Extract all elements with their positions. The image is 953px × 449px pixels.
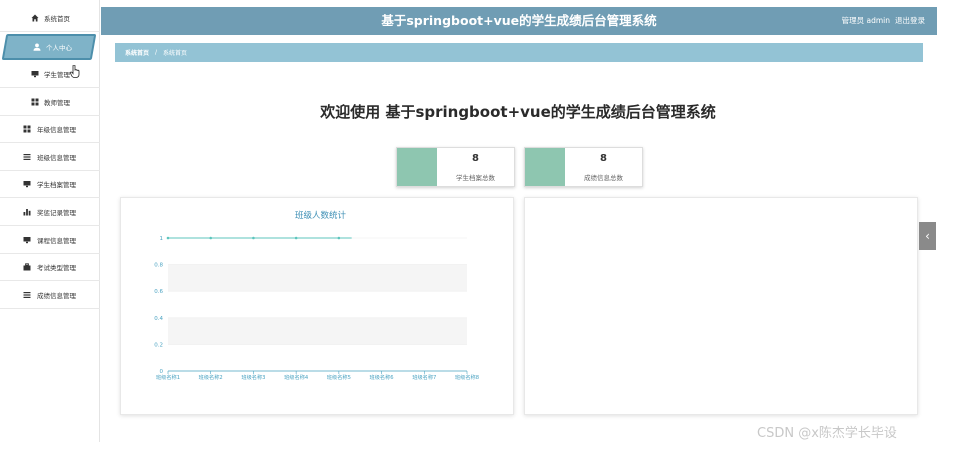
sidebar-item-label: 个人中心 <box>46 44 72 52</box>
data-point <box>294 236 298 240</box>
welcome-heading: 欢迎使用 基于springboot+vue的学生成绩后台管理系统 <box>320 103 716 121</box>
hand-cursor-icon <box>70 63 80 82</box>
stat-card-student-archives: 8 学生档案总数 <box>396 147 515 187</box>
sidebar-item-label: 班级信息管理 <box>37 154 76 162</box>
sidebar-item-classes[interactable]: 班级信息管理 <box>0 144 100 171</box>
data-point <box>252 236 255 240</box>
data-point <box>166 236 170 240</box>
sidebar-item-grades[interactable]: 年级信息管理 <box>0 116 100 143</box>
logout-link[interactable]: 退出登录 <box>895 16 925 25</box>
y-tick-label: 1 <box>160 236 164 242</box>
y-tick-label: 0.6 <box>154 289 163 295</box>
sidebar-item-label: 学生管理 <box>44 71 70 79</box>
sidebar-item-students[interactable]: 学生管理 <box>0 61 100 88</box>
sidebar-item-scores[interactable]: 成绩信息管理 <box>0 282 100 309</box>
monitor-icon <box>31 70 39 78</box>
list-icon <box>23 153 31 161</box>
stat-card-score-records: 8 成绩信息总数 <box>524 147 643 187</box>
x-tick-label: 班级名称2 <box>199 373 223 381</box>
stat-swatch <box>525 148 565 186</box>
briefcase-icon <box>23 263 31 271</box>
user-icon <box>33 43 41 51</box>
y-tick-label: 0.4 <box>154 316 163 322</box>
x-tick-label: 班级名称1 <box>156 373 180 381</box>
sidebar-item-label: 奖惩记录管理 <box>37 209 76 217</box>
user-area: 管理员 admin 退出登录 <box>837 7 925 35</box>
breadcrumb-item-home[interactable]: 系统首页 <box>125 48 149 57</box>
breadcrumb: 系统首页 / 系统首页 <box>115 43 923 62</box>
grid-icon <box>31 98 39 106</box>
sidebar: 系统首页 个人中心 学生管理 教师管理 年级信息管理 班级信息管理 学生档案管理… <box>0 0 100 442</box>
sidebar-item-label: 学生档案管理 <box>37 181 76 189</box>
stat-label: 学生档案总数 <box>456 174 495 182</box>
x-tick-label: 班级名称6 <box>370 373 394 381</box>
watermark: CSDN @x陈杰学长毕设 <box>757 426 897 441</box>
sidebar-item-label: 成绩信息管理 <box>37 292 76 300</box>
x-tick-label: 班级名称8 <box>455 373 479 381</box>
grid-band <box>168 264 467 292</box>
sidebar-item-profile[interactable]: 个人中心 <box>1 34 97 60</box>
sidebar-item-label: 课程信息管理 <box>37 237 76 245</box>
x-tick-label: 班级名称4 <box>284 373 309 381</box>
sidebar-item-label: 年级信息管理 <box>37 126 76 134</box>
data-point <box>209 236 213 240</box>
chevron-left-icon: ‹ <box>925 229 930 243</box>
x-tick-label: 班级名称3 <box>241 373 265 381</box>
stat-label: 成绩信息总数 <box>584 174 623 182</box>
monitor-icon <box>23 180 31 188</box>
grid-icon <box>23 125 31 133</box>
data-point <box>337 236 341 240</box>
grid-band <box>168 317 467 345</box>
sidebar-item-label: 考试类型管理 <box>37 264 76 272</box>
list-icon <box>23 291 31 299</box>
y-tick-label: 0.8 <box>154 263 163 269</box>
home-icon <box>31 14 39 22</box>
class-count-chart-panel: 班级人数统计 0 0.2 0.4 0.6 0.8 1 班级名称1 班级名称2 班级名称3 班级名称4… <box>120 197 514 415</box>
app-title: 基于springboot+vue的学生成绩后台管理系统 <box>381 13 657 28</box>
breadcrumb-separator: / <box>155 49 158 56</box>
sidebar-item-courses[interactable]: 课程信息管理 <box>0 227 100 254</box>
sidebar-item-student-archives[interactable]: 学生档案管理 <box>0 171 100 198</box>
sidebar-item-rewards[interactable]: 奖惩记录管理 <box>0 199 100 226</box>
top-header: 基于springboot+vue的学生成绩后台管理系统 管理员 admin 退出登… <box>101 7 937 35</box>
sidebar-item-label: 教师管理 <box>44 99 70 107</box>
sidebar-item-label: 系统首页 <box>44 15 70 23</box>
bar-chart-icon <box>23 208 31 216</box>
user-label: 管理员 admin <box>841 16 890 25</box>
x-tick-label: 班级名称5 <box>327 373 351 381</box>
x-tick-label: 班级名称7 <box>412 373 436 381</box>
class-count-chart: 班级人数统计00.20.40.60.81班级名称1 班级名称2 班级名称3 班级名称4… <box>154 210 479 381</box>
sidebar-item-exam-types[interactable]: 考试类型管理 <box>0 254 100 281</box>
y-tick-label: 0.2 <box>154 342 163 348</box>
monitor-icon <box>23 236 31 244</box>
collapse-tab-button[interactable]: ‹ <box>919 222 936 250</box>
sidebar-item-home[interactable]: 系统首页 <box>0 5 100 32</box>
stat-swatch <box>397 148 437 186</box>
stat-value: 8 <box>472 153 479 164</box>
breadcrumb-item-current: 系统首页 <box>163 50 188 57</box>
chart-title: 班级人数统计 <box>295 210 347 221</box>
empty-chart-panel <box>524 197 918 415</box>
stat-value: 8 <box>600 153 607 164</box>
sidebar-item-teachers[interactable]: 教师管理 <box>0 89 100 116</box>
